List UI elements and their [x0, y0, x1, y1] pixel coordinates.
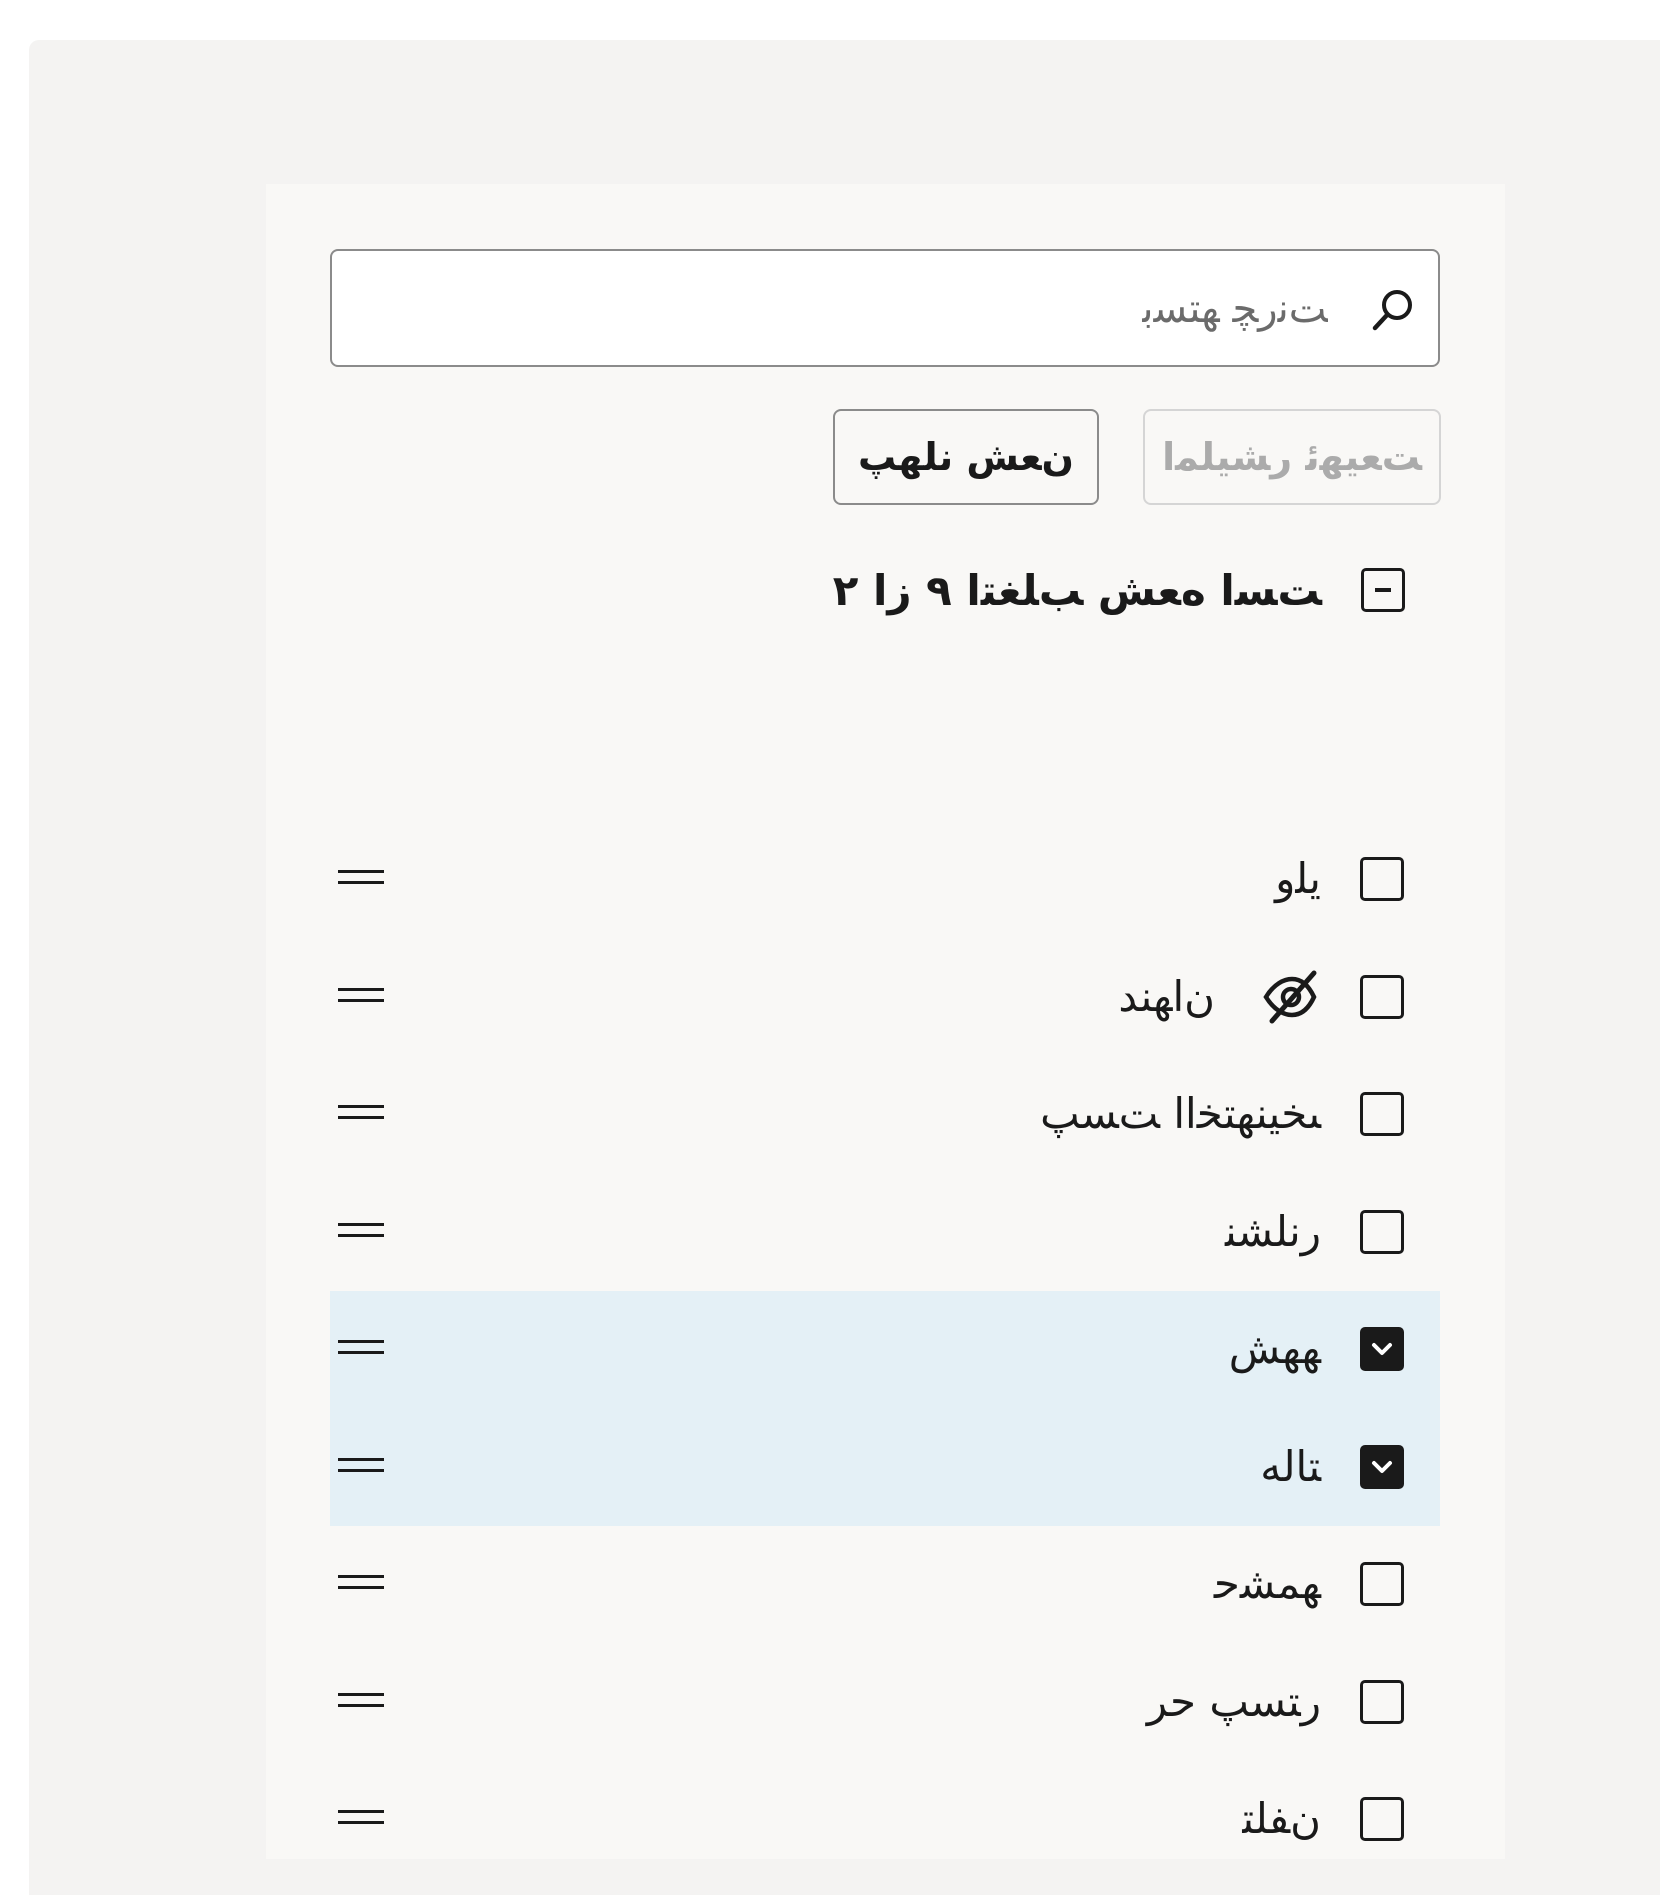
item-checkbox[interactable] — [1360, 974, 1404, 1019]
search-input[interactable] — [428, 281, 1328, 337]
item-checkbox[interactable] — [1360, 1209, 1404, 1254]
list-item[interactable]: ﺭﻧﻠﺸﻨ — [330, 1174, 1440, 1292]
drag-handle-icon[interactable] — [338, 1337, 384, 1359]
item-checkbox[interactable] — [1360, 1797, 1404, 1841]
eye-off-icon[interactable] — [1260, 967, 1320, 1027]
item-label: ﻬﻤﺸﺣ — [1213, 1559, 1321, 1608]
primary-action-button[interactable]: ﻥﻌﺶ ﻧﻠﻬﭗ — [833, 409, 1099, 505]
item-checkbox[interactable] — [1360, 1092, 1404, 1136]
columns-panel: ﺖﻌﻴﻬﺋ ﺭﺸﻴﻠﻤﺍ ﻥﻌﺶ ﻧﻠﻬﭗ ﺖﺴﺍ ﻩﻌﺶ ﺐﻠﻐﺘﺍ ۹ ﺯﺍ… — [266, 184, 1505, 1859]
outer-container: ﺖﻌﻴﻬﺋ ﺭﺸﻴﻠﻤﺍ ﻥﻌﺶ ﻧﻠﻬﭗ ﺖﺴﺍ ﻩﻌﺶ ﺐﻠﻐﺘﺍ ۹ ﺯﺍ… — [29, 40, 1660, 1895]
item-checkbox-checked[interactable] — [1360, 1327, 1404, 1371]
check-icon — [1372, 1460, 1392, 1473]
item-label: ﺘﺎﻟﻪ — [1260, 1441, 1321, 1491]
drag-handle-icon[interactable] — [338, 867, 384, 889]
item-label: ﺭﺘﺴﭗ ﺣﺮ — [1146, 1676, 1321, 1726]
drag-handle-icon[interactable] — [338, 985, 384, 1007]
disabled-action-button[interactable]: ﺖﻌﻴﻬﺋ ﺭﺸﻴﻠﻤﺍ — [1143, 409, 1441, 505]
drag-handle-icon[interactable] — [338, 1220, 384, 1242]
search-box[interactable] — [330, 249, 1440, 367]
item-label: ﻬﻬﺶ — [1228, 1324, 1321, 1373]
search-icon — [1372, 290, 1412, 331]
item-checkbox[interactable] — [1360, 1679, 1404, 1724]
item-checkbox[interactable] — [1360, 1562, 1404, 1606]
item-checkbox[interactable] — [1360, 857, 1404, 901]
item-label: ﻥﻔﻠﺘ — [1242, 1794, 1321, 1843]
drag-handle-icon[interactable] — [338, 1690, 384, 1712]
item-label: ﻥﺍﻬﻨﺪ — [1118, 971, 1215, 1021]
minus-icon — [1375, 588, 1391, 592]
item-label: ﻳﻠﻭ — [1275, 854, 1321, 903]
item-checkbox-checked[interactable] — [1360, 1444, 1404, 1489]
list-item-selected[interactable]: ﺘﺎﻟﻪ — [330, 1408, 1440, 1526]
list-item[interactable]: ﯩﺨﻴﻨﻬﺘﺨﺍﺍ ﺖﺴﭗ — [330, 1056, 1440, 1174]
list-item-selected[interactable]: ﻬﻬﺶ — [330, 1291, 1440, 1409]
list-item[interactable]: ﻬﻤﺸﺣ — [330, 1526, 1440, 1644]
column-list: ﻳﻠﻭ ﻥﺍﻬﻨﺪ ﯩﺨﻴﻨﻬﺘﺨﺍﺍ ﺖﺴﭗ ﺭﻧﻠﺸﻨ ﻬﻬﺶ ﺘﺎﻟﻪ ﻬ… — [330, 821, 1440, 1879]
select-all-checkbox[interactable] — [1361, 568, 1405, 612]
list-item[interactable]: ﻥﻔﻠﺘ — [330, 1761, 1440, 1879]
list-item[interactable]: ﻥﺍﻬﻨﺪ — [330, 939, 1440, 1057]
item-label: ﯩﺨﻴﻨﻬﺘﺨﺍﺍ ﺖﺴﭗ — [1040, 1089, 1321, 1138]
check-icon — [1372, 1343, 1392, 1355]
list-item[interactable]: ﺭﺘﺴﭗ ﺣﺮ — [330, 1644, 1440, 1762]
drag-handle-icon[interactable] — [338, 1807, 384, 1829]
item-label: ﺭﻧﻠﺸﻨ — [1224, 1206, 1321, 1256]
drag-handle-icon[interactable] — [338, 1455, 384, 1477]
drag-handle-icon[interactable] — [338, 1102, 384, 1124]
select-all-row[interactable]: ﺖﺴﺍ ﻩﻌﺶ ﺐﻠﻐﺘﺍ ۹ ﺯﺍ ۲ — [331, 540, 1441, 640]
drag-handle-icon[interactable] — [338, 1572, 384, 1594]
list-item[interactable]: ﻳﻠﻭ — [330, 821, 1440, 939]
select-all-label: ﺖﺴﺍ ﻩﻌﺶ ﺐﻠﻐﺘﺍ ۹ ﺯﺍ ۲ — [832, 566, 1322, 615]
